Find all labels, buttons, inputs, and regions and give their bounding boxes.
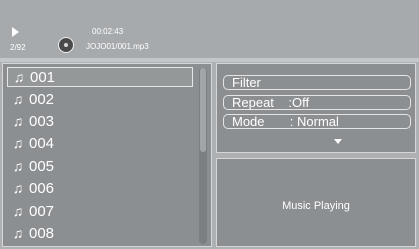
options-menu: Filter Repeat :Off Mode : Normal [216,63,416,153]
music-note-icon: ♫ [12,113,24,129]
track-label: 007 [29,202,55,220]
music-note-icon: ♫ [12,180,24,196]
play-icon [12,27,19,37]
chevron-down-icon[interactable] [334,139,342,144]
music-note-icon: ♫ [12,203,24,219]
disc-icon [58,37,74,53]
list-item[interactable]: ♫ 004 [7,133,193,153]
list-item[interactable]: ♫ 002 [7,89,193,109]
list-item[interactable]: ♫ 007 [7,201,193,221]
list-item[interactable]: ♫ 008 [7,223,193,243]
scrollbar-thumb[interactable] [200,68,206,152]
list-item[interactable]: ♫ 006 [7,178,193,198]
repeat-option[interactable]: Repeat :Off [223,95,411,110]
music-note-icon: ♫ [12,91,24,107]
elapsed-time: 00:02:43 [92,27,124,36]
playlist-panel: ♫ 001 ♫ 002 ♫ 003 ♫ 004 ♫ 005 ♫ 006 ♫ 00… [2,63,212,247]
track-counter: 2/92 [10,43,26,52]
music-note-icon: ♫ [13,69,25,85]
track-label: 001 [30,68,56,86]
divider [0,58,419,62]
music-note-icon: ♫ [12,225,24,241]
status-panel: Music Playing [216,158,416,247]
mode-option[interactable]: Mode : Normal [223,114,411,129]
track-label: 002 [29,90,55,108]
list-item[interactable]: ♫ 001 [7,67,193,87]
status-text: Music Playing [282,200,350,212]
music-note-icon: ♫ [12,135,24,151]
list-item[interactable]: ♫ 003 [7,111,193,131]
music-note-icon: ♫ [12,158,24,174]
track-label: 006 [29,179,55,197]
file-name: JOJO01/001.mp3 [86,42,149,51]
track-label: 004 [29,134,55,152]
track-label: 003 [29,112,55,130]
list-item[interactable]: ♫ 005 [7,156,193,176]
scrollbar[interactable] [199,68,207,244]
track-label: 008 [29,224,55,242]
now-playing-bar: 2/92 00:02:43 JOJO01/001.mp3 [0,0,419,58]
filter-button[interactable]: Filter [223,75,411,90]
track-label: 005 [29,157,55,175]
